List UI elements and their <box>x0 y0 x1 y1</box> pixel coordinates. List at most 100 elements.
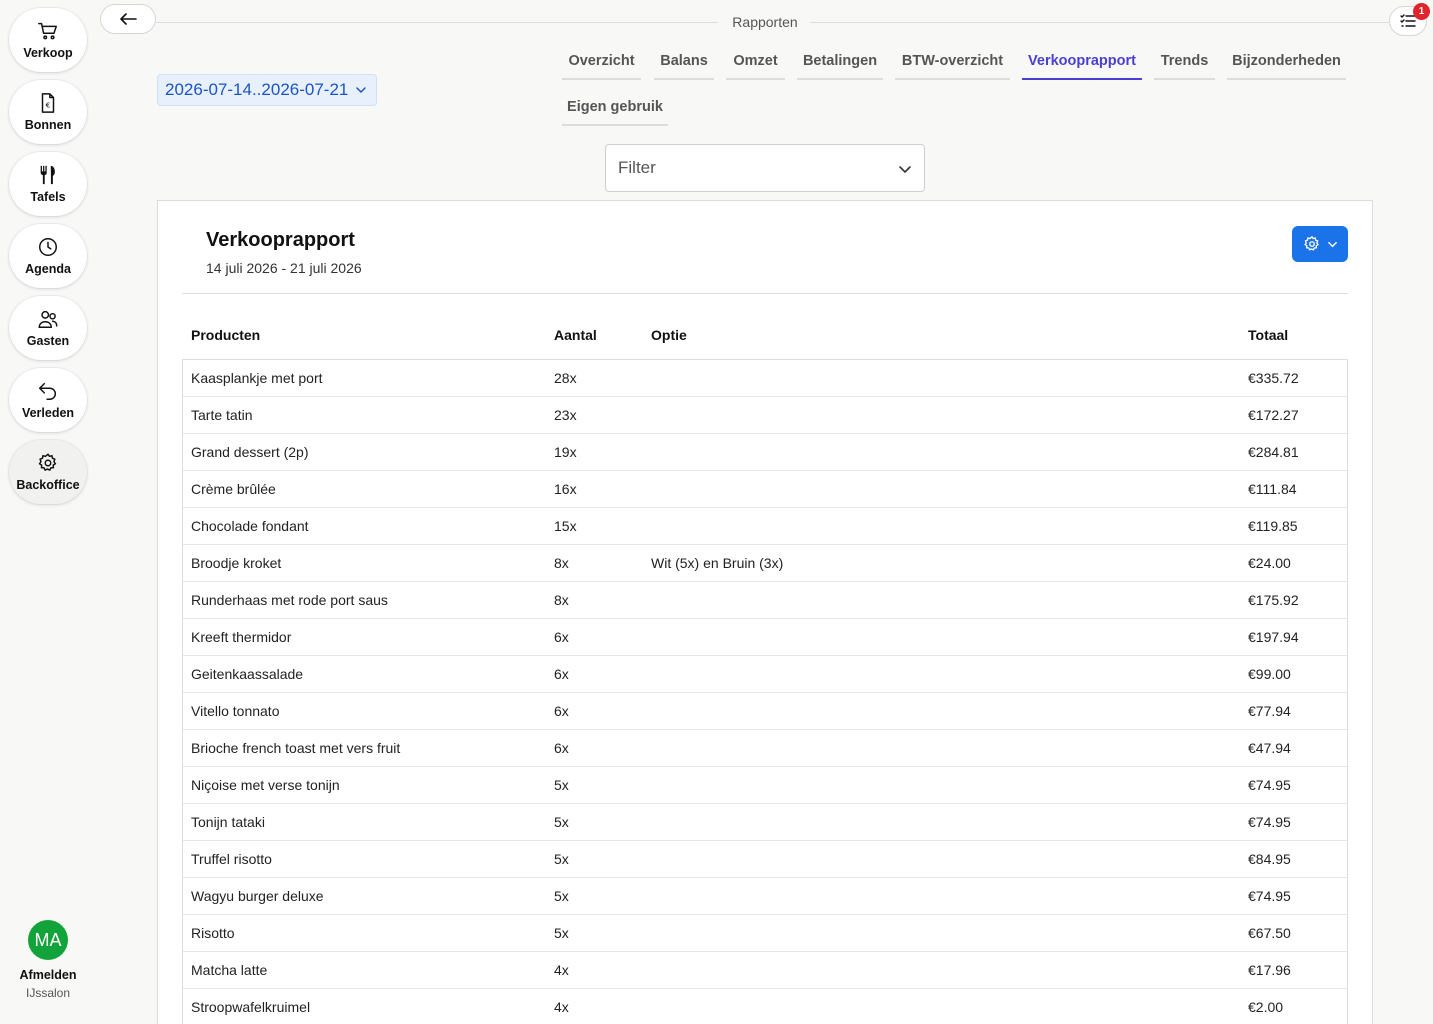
nav-label: Gasten <box>26 334 70 348</box>
cell-quantity: 28x <box>554 370 577 386</box>
cell-product: Niçoise met verse tonijn <box>191 777 340 793</box>
receipt-icon: € <box>41 93 55 113</box>
cart-icon <box>38 22 57 40</box>
cell-quantity: 5x <box>554 814 569 830</box>
tab-btw-overzicht[interactable]: BTW-overzicht <box>895 44 1010 80</box>
signout-link[interactable]: Afmelden <box>0 968 96 982</box>
cell-total: €84.95 <box>1248 851 1291 867</box>
cell-product: Tonijn tataki <box>191 814 265 830</box>
nav-verleden[interactable]: Verleden <box>9 368 87 432</box>
back-button[interactable] <box>100 4 156 34</box>
cell-total: €175.92 <box>1248 592 1299 608</box>
column-header-quantity[interactable]: Aantal <box>554 327 597 343</box>
cell-product: Kreeft thermidor <box>191 629 292 645</box>
table-row[interactable]: Kaasplankje met port 28x €335.72 <box>183 360 1347 397</box>
table-row[interactable]: Chocolade fondant 15x €119.85 <box>183 508 1347 545</box>
page-title: Rapporten <box>732 14 798 30</box>
cell-quantity: 5x <box>554 777 569 793</box>
nav-label: Agenda <box>25 262 71 276</box>
cell-product: Tarte tatin <box>191 407 253 423</box>
cell-total: €172.27 <box>1248 407 1299 423</box>
table-row[interactable]: Tarte tatin 23x €172.27 <box>183 397 1347 434</box>
cell-quantity: 16x <box>554 481 577 497</box>
nav-backoffice[interactable]: Backoffice <box>9 440 87 504</box>
nav-label: Tafels <box>30 190 66 204</box>
table-row[interactable]: Runderhaas met rode port saus 8x €175.92 <box>183 582 1347 619</box>
cell-quantity: 6x <box>554 666 569 682</box>
cell-total: €197.94 <box>1248 629 1299 645</box>
tab-omzet[interactable]: Omzet <box>726 44 785 80</box>
cell-product: Grand dessert (2p) <box>191 444 309 460</box>
nav-gasten[interactable]: Gasten <box>9 296 87 360</box>
header-divider <box>156 22 718 23</box>
cell-quantity: 15x <box>554 518 577 534</box>
table-row[interactable]: Wagyu burger deluxe 5x €74.95 <box>183 878 1347 915</box>
cell-product: Wagyu burger deluxe <box>191 888 324 904</box>
nav-agenda[interactable]: Agenda <box>9 224 87 288</box>
chevron-down-icon <box>1327 241 1337 247</box>
table-row[interactable]: Vitello tonnato 6x €77.94 <box>183 693 1347 730</box>
cell-product: Runderhaas met rode port saus <box>191 592 388 608</box>
table-row[interactable]: Brioche french toast met vers fruit 6x €47… <box>183 730 1347 767</box>
filter-select[interactable]: Filter <box>605 144 925 192</box>
date-range-picker[interactable]: 2026-07-14..2026-07-21 <box>157 74 377 106</box>
nav-label: Bonnen <box>24 118 72 132</box>
column-header-total[interactable]: Totaal <box>1248 327 1288 343</box>
table-row[interactable]: Niçoise met verse tonijn 5x €74.95 <box>183 767 1347 804</box>
cell-total: €2.00 <box>1248 999 1284 1015</box>
header-divider <box>810 22 1389 23</box>
table-row[interactable]: Risotto 5x €67.50 <box>183 915 1347 952</box>
cell-quantity: 19x <box>554 444 577 460</box>
cell-quantity: 6x <box>554 740 569 756</box>
nav-verkoop[interactable]: Verkoop <box>9 8 87 72</box>
avatar[interactable]: MA <box>28 920 68 960</box>
tab-overzicht[interactable]: Overzicht <box>562 44 641 80</box>
tab-verkooprapport[interactable]: Verkooprapport <box>1022 44 1142 80</box>
table-row[interactable]: Kreeft thermidor 6x €197.94 <box>183 619 1347 656</box>
notification-badge: 1 <box>1413 3 1430 20</box>
tab-betalingen[interactable]: Betalingen <box>797 44 883 80</box>
cell-total: €119.85 <box>1248 518 1298 534</box>
chevron-down-icon <box>899 166 911 174</box>
tab-bijzonderheden[interactable]: Bijzonderheden <box>1227 44 1346 80</box>
cell-product: Crème brûlée <box>191 481 276 497</box>
table-row[interactable]: Broodje kroket 8x Wit (5x) en Bruin (3x) €2… <box>183 545 1347 582</box>
table-row[interactable]: Truffel risotto 5x €84.95 <box>183 841 1347 878</box>
table-row[interactable]: Matcha latte 4x €17.96 <box>183 952 1347 989</box>
cell-product: Geitenkaassalade <box>191 666 304 682</box>
cell-product: Vitello tonnato <box>191 703 280 719</box>
nav-tafels[interactable]: Tafels <box>9 152 87 216</box>
report-title: Verkooprapport <box>206 229 355 251</box>
cell-quantity: 6x <box>554 629 569 645</box>
table-row[interactable]: Geitenkaassalade 6x €99.00 <box>183 656 1347 693</box>
nav-bonnen[interactable]: € Bonnen <box>9 80 87 144</box>
tab-balans[interactable]: Balans <box>654 44 714 80</box>
tab-trends[interactable]: Trends <box>1154 44 1215 80</box>
table-row[interactable]: Grand dessert (2p) 19x €284.81 <box>183 434 1347 471</box>
cell-product: Truffel risotto <box>191 851 272 867</box>
nav-label: Backoffice <box>16 478 80 492</box>
card-divider <box>182 293 1348 294</box>
column-header-products[interactable]: Producten <box>191 327 260 343</box>
chevron-down-icon <box>356 87 366 94</box>
cell-quantity: 23x <box>554 407 577 423</box>
cell-total: €67.50 <box>1248 925 1291 941</box>
cell-quantity: 4x <box>554 962 569 978</box>
gear-icon <box>38 453 57 472</box>
sales-table: Kaasplankje met port 28x €335.72 Tarte tati… <box>182 359 1348 1024</box>
table-row[interactable]: Crème brûlée 16x €111.84 <box>183 471 1347 508</box>
cell-total: €99.00 <box>1248 666 1291 682</box>
users-icon <box>38 310 58 328</box>
tab-eigen-gebruik[interactable]: Eigen gebruik <box>562 90 668 126</box>
table-row[interactable]: Tonijn tataki 5x €74.95 <box>183 804 1347 841</box>
column-header-option[interactable]: Optie <box>651 327 687 343</box>
cell-product: Chocolade fondant <box>191 518 309 534</box>
table-row[interactable]: Stroopwafelkruimel 4x €2.00 <box>183 989 1347 1024</box>
cell-quantity: 5x <box>554 925 569 941</box>
cell-total: €74.95 <box>1248 814 1291 830</box>
cell-total: €335.72 <box>1248 370 1299 386</box>
cell-product: Risotto <box>191 925 235 941</box>
report-settings-button[interactable] <box>1292 226 1348 262</box>
cell-total: €47.94 <box>1248 740 1291 756</box>
cell-total: €17.96 <box>1248 962 1291 978</box>
